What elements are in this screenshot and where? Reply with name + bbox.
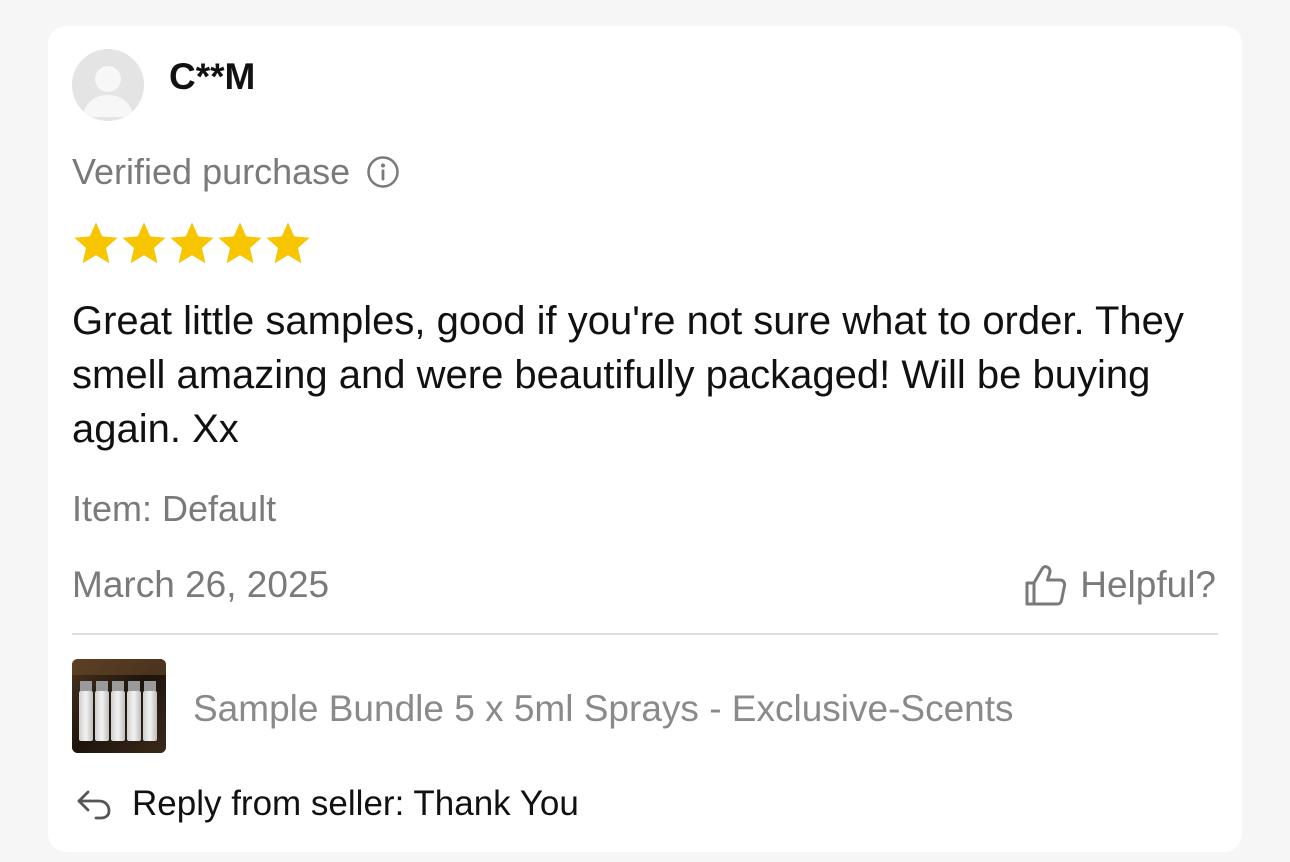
star-icon (218, 222, 262, 264)
avatar[interactable] (72, 49, 144, 121)
thumbs-up-icon (1025, 565, 1067, 606)
review-text: Great little samples, good if you're not… (72, 299, 1184, 451)
reviewer-name: C**M (169, 56, 256, 97)
product-image (72, 659, 166, 753)
user-avatar-icon (72, 49, 144, 121)
divider (72, 633, 1218, 635)
product-thumbnail[interactable] (72, 659, 166, 753)
seller-reply: Reply from seller: Thank You (74, 782, 579, 826)
reply-arrow-icon (77, 790, 111, 820)
seller-reply-text: Reply from seller: Thank You (132, 784, 579, 823)
verified-purchase: Verified purchase (72, 150, 400, 194)
helpful-label: Helpful? (1080, 564, 1216, 605)
star-rating (72, 220, 312, 268)
star-icon (122, 222, 166, 264)
info-icon[interactable] (366, 155, 400, 189)
helpful-button[interactable]: Helpful? (1022, 561, 1216, 609)
star-icon (170, 222, 214, 264)
star-icon (266, 222, 310, 264)
review-card: C**M Verified purchase Great little samp… (48, 26, 1242, 852)
review-date: March 26, 2025 (72, 564, 330, 605)
product-title-link[interactable]: Sample Bundle 5 x 5ml Sprays - Exclusive… (193, 687, 1014, 731)
verified-purchase-label: Verified purchase (72, 151, 351, 192)
star-icon (74, 222, 118, 264)
item-variant: Item: Default (72, 488, 277, 529)
